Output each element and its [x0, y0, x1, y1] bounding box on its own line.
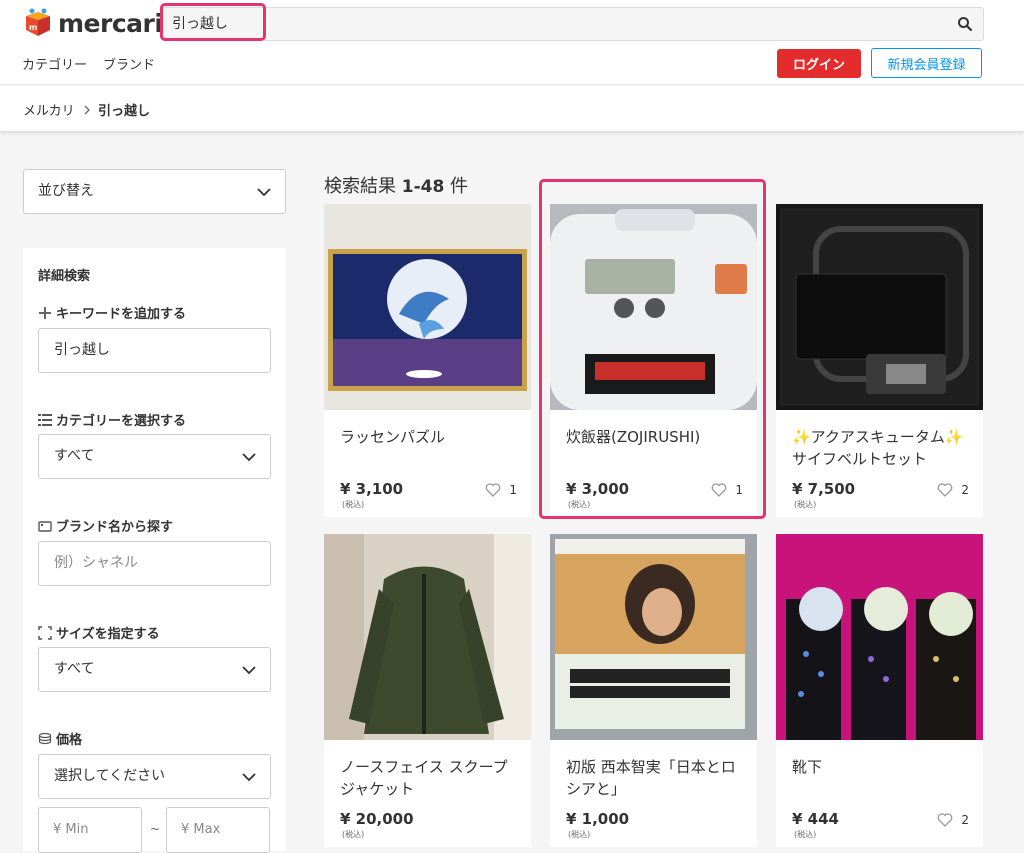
like-count: 2 [961, 483, 969, 497]
like-button[interactable]: 2 [937, 813, 969, 827]
breadcrumb-current: 引っ越し [98, 104, 151, 119]
logo-text: mercari [58, 8, 163, 38]
search-highlight-box [160, 3, 266, 41]
item-price: ¥ 3,100 [340, 480, 404, 498]
size-select[interactable]: すべて [38, 647, 271, 692]
breadcrumb: メルカリ 引っ越し [0, 86, 1024, 132]
category-select-value: すべて [54, 448, 95, 464]
item-image[interactable] [324, 534, 531, 740]
item-tax-note: (税込) [794, 830, 817, 839]
chevron-down-icon [242, 666, 256, 675]
chevron-down-icon [242, 773, 256, 782]
size-label-text: サイズを指定する [56, 627, 160, 642]
item-name[interactable]: ノースフェイス スクープジャケット [340, 756, 520, 800]
search-bar[interactable]: 引っ越し [161, 7, 984, 41]
advanced-search-panel: 詳細検索 キーワードを追加する 引っ越し カテゴリーを選択する すべて ブランド… [23, 248, 286, 853]
item-tax-note: (税込) [342, 500, 365, 509]
like-button[interactable]: 1 [485, 483, 517, 497]
brand-input[interactable]: 例）シャネル [38, 541, 271, 586]
size-frame-icon [38, 625, 52, 640]
item-name[interactable]: 靴下 [792, 756, 972, 778]
heart-icon [937, 813, 953, 827]
like-count: 2 [961, 813, 969, 827]
svg-text:m: m [29, 23, 37, 32]
item-price: ¥ 1,000 [566, 810, 630, 828]
sort-select[interactable]: 並び替え [23, 169, 286, 214]
tag-icon [38, 520, 52, 532]
price-min-input[interactable]: ¥ Min [38, 807, 142, 853]
item-card[interactable]: ノースフェイス スクープジャケット ¥ 20,000 (税込) [324, 534, 531, 847]
login-button[interactable]: ログイン [777, 49, 861, 78]
item-card[interactable]: ラッセンパズル ¥ 3,100 (税込) 1 [324, 204, 531, 517]
heart-icon [937, 483, 953, 497]
breadcrumb-root[interactable]: メルカリ [23, 100, 75, 119]
item-name[interactable]: ✨アクアスキュータム✨サイフベルトセット [792, 426, 972, 470]
heart-icon [485, 483, 501, 497]
item-image[interactable] [776, 534, 983, 740]
item-name[interactable]: ラッセンパズル [340, 426, 520, 448]
signup-button[interactable]: 新規会員登録 [871, 48, 982, 78]
size-section-label: サイズを指定する [38, 623, 160, 642]
item-image[interactable] [776, 204, 983, 410]
search-input[interactable]: 引っ越し [172, 8, 872, 40]
price-range-separator: ~ [150, 822, 161, 836]
mercari-box-icon: m [26, 8, 50, 36]
item-name[interactable]: 初版 西本智実「日本とロシアと」 [566, 756, 746, 800]
coins-icon [38, 732, 52, 744]
chevron-down-icon [242, 453, 256, 462]
item-tax-note: (税込) [794, 500, 817, 509]
nav-brand[interactable]: ブランド [103, 54, 155, 73]
item-price: ¥ 20,000 [340, 810, 414, 828]
brand-section-label: ブランド名から探す [38, 516, 173, 535]
item-image[interactable] [550, 534, 757, 740]
keyword-input[interactable]: 引っ越し [38, 328, 271, 373]
size-select-value: すべて [54, 661, 95, 677]
category-section-label: カテゴリーを選択する [38, 410, 186, 429]
nav-category[interactable]: カテゴリー [22, 54, 87, 73]
item-card[interactable]: 初版 西本智実「日本とロシアと」 ¥ 1,000 (税込) [550, 534, 757, 847]
price-section-label: 価格 [38, 729, 82, 748]
item-image[interactable] [324, 204, 531, 410]
item-highlight-box [539, 179, 766, 519]
category-label-text: カテゴリーを選択する [56, 414, 187, 429]
results-title-text: 検索結果 [324, 176, 396, 197]
mercari-logo[interactable]: m mercari [22, 6, 163, 40]
keyword-section-label: キーワードを追加する [38, 303, 186, 322]
results-range: 1-48 [401, 177, 445, 197]
chevron-right-icon [84, 105, 90, 115]
item-card[interactable]: 靴下 ¥ 444 (税込) 2 [776, 534, 983, 847]
sort-label: 並び替え [38, 183, 94, 199]
price-select[interactable]: 選択してください [38, 754, 271, 799]
like-button[interactable]: 2 [937, 483, 969, 497]
price-max-input[interactable]: ¥ Max [166, 807, 270, 853]
brand-label-text: ブランド名から探す [56, 520, 174, 535]
results-title: 検索結果 1-48 件 [324, 172, 468, 198]
list-icon [38, 413, 52, 426]
category-select[interactable]: すべて [38, 434, 271, 479]
item-price: ¥ 7,500 [792, 480, 856, 498]
plus-icon [39, 306, 51, 319]
item-tax-note: (税込) [342, 830, 365, 839]
results-unit: 件 [450, 176, 469, 197]
item-card[interactable]: ✨アクアスキュータム✨サイフベルトセット ¥ 7,500 (税込) 2 [776, 204, 983, 517]
like-count: 1 [509, 483, 517, 497]
price-select-value: 選択してください [54, 768, 166, 784]
panel-title: 詳細検索 [38, 269, 91, 284]
search-icon[interactable] [957, 16, 973, 32]
chevron-down-icon [257, 188, 271, 197]
item-price: ¥ 444 [792, 810, 839, 828]
keyword-label-text: キーワードを追加する [56, 307, 187, 322]
item-tax-note: (税込) [568, 830, 591, 839]
site-header: m mercari 引っ越し カテゴリー ブランド ログイン 新規会員登録 [0, 0, 1024, 85]
price-label-text: 価格 [56, 733, 83, 748]
